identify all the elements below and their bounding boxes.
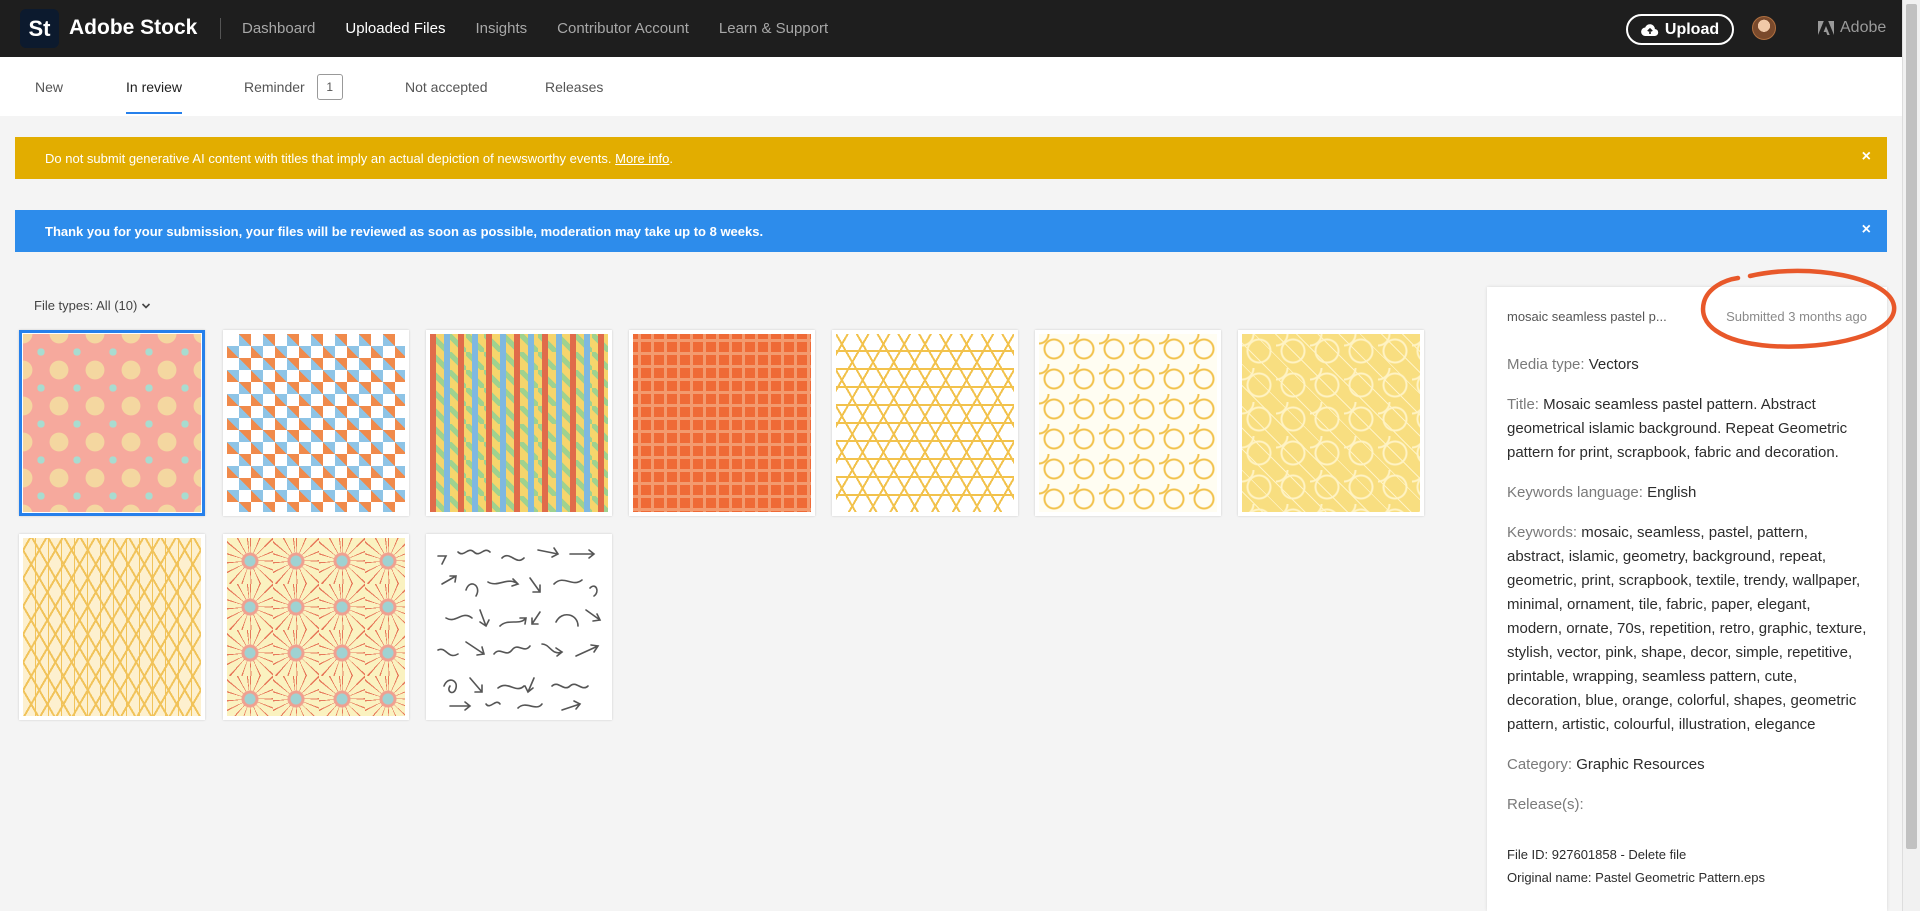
details-body: Media type: Vectors Title: Mosaic seamle… xyxy=(1507,353,1867,833)
keywords-label: Keywords: xyxy=(1507,524,1578,541)
keywords-value: mosaic, seamless, pastel, pattern, abstr… xyxy=(1507,524,1867,733)
thumbnail-9[interactable] xyxy=(223,534,409,720)
thumbnail-image xyxy=(23,538,201,716)
user-avatar[interactable] xyxy=(1752,16,1776,40)
thumbnail-image xyxy=(227,334,405,512)
warning-tail: . xyxy=(669,150,673,166)
title-value: Mosaic seamless pastel pattern. Abstract… xyxy=(1507,396,1848,461)
tab-not-accepted[interactable]: Not accepted xyxy=(405,57,488,116)
main-nav: Dashboard Uploaded Files Insights Contri… xyxy=(242,0,858,57)
keywords-row: Keywords: mosaic, seamless, pastel, patt… xyxy=(1507,521,1867,737)
nav-uploaded-files[interactable]: Uploaded Files xyxy=(345,20,445,37)
media-type-label: Media type: xyxy=(1507,356,1585,373)
file-details-panel: mosaic seamless pastel p... Submitted 3 … xyxy=(1487,287,1887,911)
upload-button[interactable]: Upload xyxy=(1626,14,1734,45)
brand-divider xyxy=(220,18,221,39)
category-row: Category: Graphic Resources xyxy=(1507,753,1867,777)
thumbnail-4[interactable] xyxy=(629,330,815,516)
releases-row: Release(s): xyxy=(1507,793,1867,817)
file-short-title: mosaic seamless pastel p... xyxy=(1507,309,1667,324)
tab-new-label: New xyxy=(35,78,64,95)
submitted-time: Submitted 3 months ago xyxy=(1726,309,1867,324)
thumbnail-5[interactable] xyxy=(832,330,1018,516)
upload-label: Upload xyxy=(1664,20,1720,38)
tab-releases[interactable]: Releases xyxy=(545,57,603,116)
tab-in-review-label: In review xyxy=(126,78,183,95)
releases-label: Release(s): xyxy=(1507,796,1584,813)
tab-reminder[interactable]: Reminder 1 xyxy=(244,57,343,116)
adobe-link[interactable]: Adobe xyxy=(1818,19,1886,37)
thumbnail-image xyxy=(633,334,811,512)
thumbnail-1[interactable] xyxy=(19,330,205,516)
thumbnail-image xyxy=(1242,334,1420,512)
original-name: Original name: Pastel Geometric Pattern.… xyxy=(1507,870,1765,885)
tab-releases-label: Releases xyxy=(545,78,604,95)
stock-logo[interactable]: St xyxy=(20,9,59,48)
thumbnail-image xyxy=(1039,334,1217,512)
info-text: Thank you for your submission, your file… xyxy=(45,223,764,239)
tab-reminder-label: Reminder xyxy=(244,78,305,95)
chevron-down-icon xyxy=(142,302,151,309)
keywords-language-row: Keywords language: English xyxy=(1507,481,1867,505)
title-row: Title: Mosaic seamless pastel pattern. A… xyxy=(1507,393,1867,465)
close-info-icon[interactable]: × xyxy=(1862,221,1871,239)
file-type-filter[interactable]: File types: All (10) xyxy=(34,298,151,313)
file-type-filter-label: File types: All (10) xyxy=(34,298,138,313)
keywords-language-label: Keywords language: xyxy=(1507,484,1643,501)
cloud-upload-icon xyxy=(1640,23,1659,36)
category-label: Category: xyxy=(1507,756,1573,773)
thumbnail-image xyxy=(836,334,1014,512)
adobe-label: Adobe xyxy=(1840,19,1887,36)
nav-dashboard[interactable]: Dashboard xyxy=(242,20,315,37)
thumbnail-image xyxy=(23,334,201,512)
category-value: Graphic Resources xyxy=(1576,756,1705,773)
scrollbar-thumb[interactable] xyxy=(1906,4,1917,849)
thumbnail-6[interactable] xyxy=(1035,330,1221,516)
arrow-doodle-image xyxy=(430,538,608,716)
title-label: Title: xyxy=(1507,396,1539,413)
nav-learn-support[interactable]: Learn & Support xyxy=(719,20,828,37)
submission-info-banner: Thank you for your submission, your file… xyxy=(15,210,1887,252)
thumbnail-image xyxy=(227,538,405,716)
tab-new[interactable]: New xyxy=(35,57,63,116)
tab-not-accepted-label: Not accepted xyxy=(405,78,488,95)
more-info-link[interactable]: More info xyxy=(615,151,669,166)
thumbnail-3[interactable] xyxy=(426,330,612,516)
thumbnail-7[interactable] xyxy=(1238,330,1424,516)
thumbnail-8[interactable] xyxy=(19,534,205,720)
warning-text: Do not submit generative AI content with… xyxy=(45,150,612,166)
reminder-count-badge: 1 xyxy=(316,73,343,100)
adobe-icon xyxy=(1818,21,1834,35)
tab-in-review[interactable]: In review xyxy=(126,57,183,116)
close-warning-icon[interactable]: × xyxy=(1862,148,1871,166)
file-id-row: File ID: 927601858 - Delete file xyxy=(1507,847,1687,862)
top-bar: St Adobe Stock Dashboard Uploaded Files … xyxy=(0,0,1902,57)
delete-file-link[interactable]: Delete file xyxy=(1628,847,1686,862)
keywords-language-value: English xyxy=(1647,484,1697,501)
thumbnail-10[interactable] xyxy=(426,534,612,720)
nav-contributor-account[interactable]: Contributor Account xyxy=(557,20,689,37)
file-meta: File ID: 927601858 - Delete file Origina… xyxy=(1507,843,1765,889)
page-scrollbar[interactable] xyxy=(1902,0,1920,911)
media-type-value: Vectors xyxy=(1588,356,1639,373)
thumbnail-2[interactable] xyxy=(223,330,409,516)
thumbnail-image xyxy=(430,334,608,512)
ai-warning-banner: Do not submit generative AI content with… xyxy=(15,137,1887,179)
nav-insights[interactable]: Insights xyxy=(475,20,527,37)
panel-header: mosaic seamless pastel p... Submitted 3 … xyxy=(1507,309,1867,324)
status-tabs: New In review Reminder 1 Not accepted Re… xyxy=(0,57,1902,116)
file-id: File ID: 927601858 xyxy=(1507,847,1617,862)
brand-name[interactable]: Adobe Stock xyxy=(69,16,197,40)
media-type-row: Media type: Vectors xyxy=(1507,353,1867,377)
